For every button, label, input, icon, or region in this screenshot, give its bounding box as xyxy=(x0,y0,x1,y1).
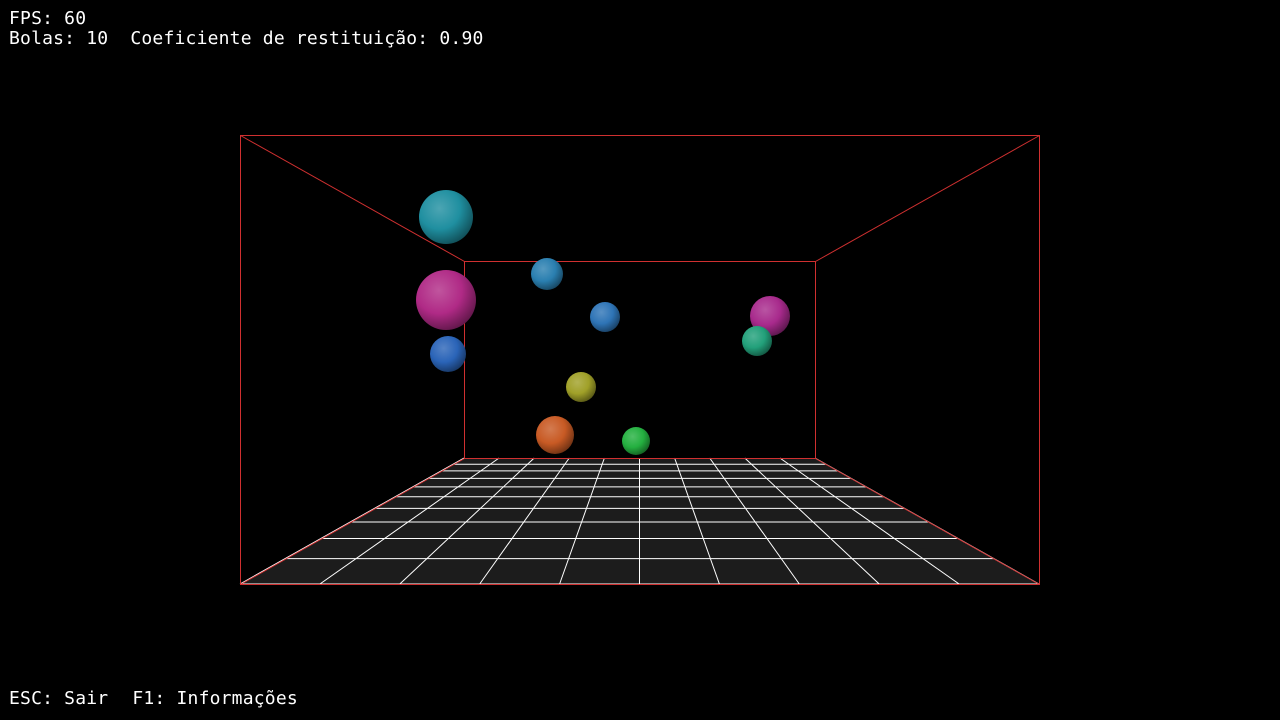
balls xyxy=(416,190,790,455)
ball-orange xyxy=(536,416,574,454)
ball-count: Bolas: 10 xyxy=(9,28,109,49)
game-window[interactable]: FPS: 60 Bolas: 10 Coeficiente de restitui… xyxy=(0,0,1280,720)
ball-green xyxy=(622,427,650,455)
fps-counter: FPS: 60 xyxy=(9,8,87,29)
stats-line: Bolas: 10 Coeficiente de restituição: 0.9… xyxy=(9,29,484,49)
ball-teal-green xyxy=(742,326,772,356)
ball-magenta-large xyxy=(416,270,476,330)
controls-hint: ESC: Sair F1: Informações xyxy=(9,689,298,709)
exit-hint: ESC: Sair xyxy=(9,688,109,709)
simulation-viewport[interactable] xyxy=(0,0,1280,720)
ball-steelblue-small xyxy=(531,258,563,290)
restitution-coefficient: Coeficiente de restituição: 0.90 xyxy=(130,28,484,49)
ball-yellow xyxy=(566,372,596,402)
ball-teal-large xyxy=(419,190,473,244)
info-hint: F1: Informações xyxy=(132,688,298,709)
ball-blue-small xyxy=(590,302,620,332)
box-corner-edge xyxy=(815,135,1040,262)
ball-blue xyxy=(430,336,466,372)
